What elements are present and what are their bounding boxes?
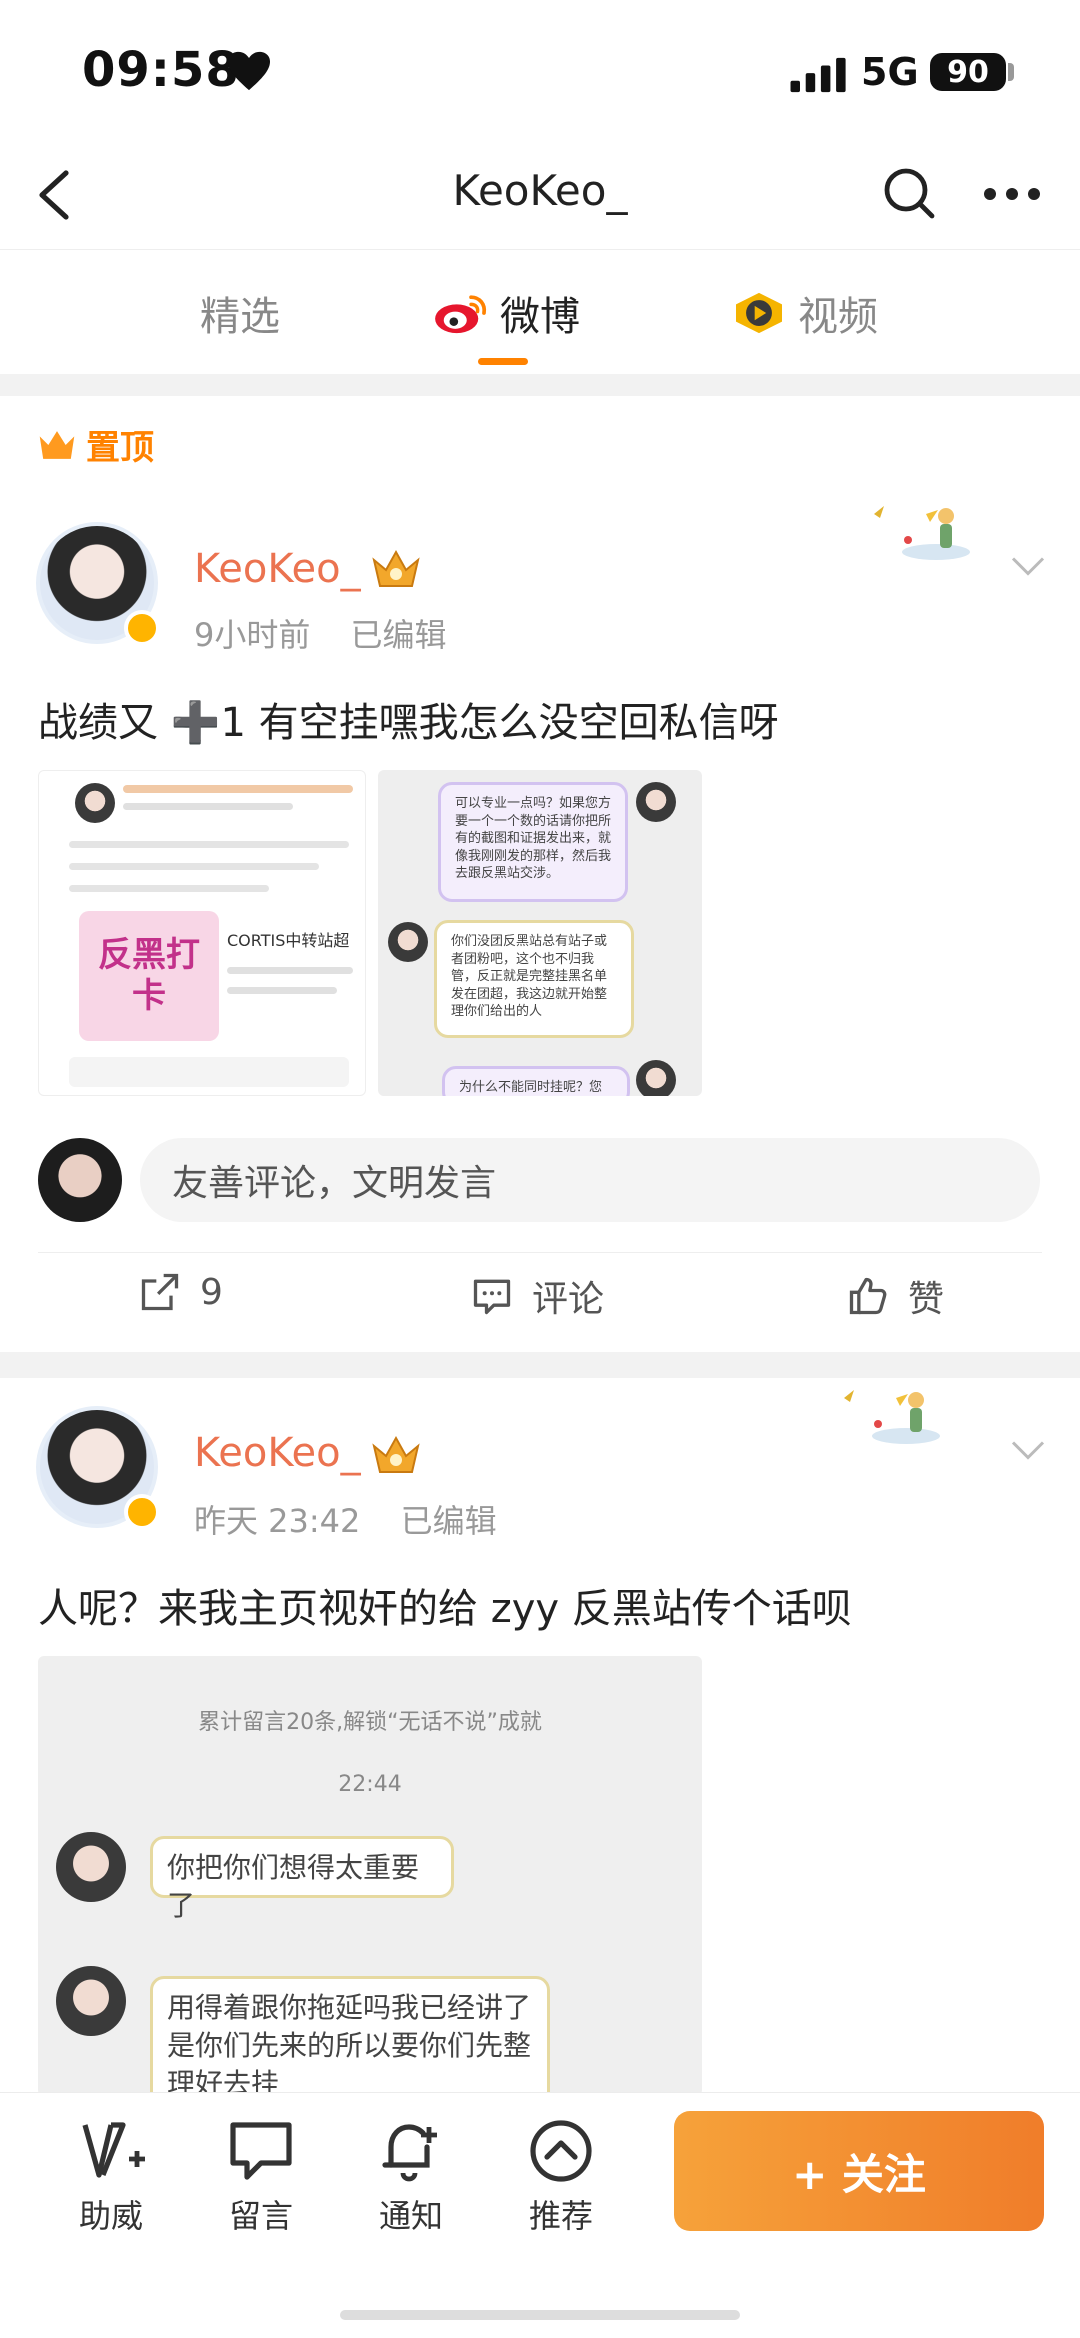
bottom-label: 留言 — [228, 2197, 293, 2235]
text-line — [69, 885, 269, 892]
message-icon — [230, 2122, 292, 2180]
chat-bubble: 用得着跟你拖延吗我已经讲了是你们先来的所以要你们先整理好去挂 — [150, 1976, 550, 2096]
network-type: 5G — [861, 50, 919, 94]
text-line — [123, 803, 293, 810]
avatar[interactable] — [36, 522, 160, 646]
post-edited: 已编辑 — [350, 616, 447, 654]
post-meta: 昨天 23:42 已编辑 — [194, 1496, 527, 1542]
vip-crown-icon — [372, 1435, 420, 1473]
post-meta: 9小时前 已编辑 — [194, 610, 477, 656]
post-edited: 已编辑 — [400, 1502, 497, 1540]
text-line — [69, 841, 349, 848]
like-button[interactable]: 赞 — [846, 1270, 944, 1322]
search-icon[interactable] — [878, 164, 938, 224]
pinned-marker: 置顶 — [36, 420, 154, 469]
comment-button[interactable]: 评论 — [470, 1270, 604, 1322]
topic-bar — [69, 1057, 349, 1087]
vip-crown-icon — [372, 549, 420, 587]
more-icon[interactable] — [980, 164, 1044, 224]
mini-avatar — [75, 783, 115, 823]
bottom-label: 助威 — [78, 2197, 143, 2235]
like-label: 赞 — [908, 1279, 945, 1320]
card-caption: CORTIS中转站超 — [227, 931, 350, 950]
recommend-icon — [530, 2120, 592, 2182]
mini-avatar — [636, 782, 676, 822]
crown-icon — [39, 430, 75, 459]
battery-level: 90 — [947, 54, 989, 90]
post-text: 人呢？来我主页视奸的给 zyy 反黑站传个话呗 — [38, 1586, 852, 1632]
comment-input[interactable]: 友善评论，文明发言 — [140, 1138, 1040, 1222]
section-separator — [0, 374, 1080, 396]
repost-button[interactable]: 9 — [138, 1270, 223, 1314]
tab-active-indicator — [478, 358, 528, 365]
status-time: 09:58 — [82, 42, 240, 98]
post-author[interactable]: KeoKeo_ — [194, 546, 361, 592]
comment-icon — [473, 1279, 511, 1315]
little-prince-decoration-icon — [874, 506, 970, 560]
post-image[interactable]: 累计留言20条,解锁“无话不说”成就 22:44 你把你们想得太重要了 用得着跟… — [38, 1656, 702, 2096]
chevron-down-icon[interactable] — [1010, 554, 1046, 578]
follow-button[interactable]: + 关注 — [674, 2111, 1044, 2231]
nav-bar: KeoKeo_ — [0, 140, 1080, 250]
tab-label: 视频 — [798, 294, 878, 340]
tab-label: 精选 — [200, 294, 280, 340]
chevron-down-icon[interactable] — [1010, 1438, 1046, 1462]
verified-badge — [124, 1494, 160, 1530]
pinned-label: 置顶 — [86, 428, 154, 468]
message-button[interactable]: 留言 — [206, 2115, 316, 2237]
post-author[interactable]: KeoKeo_ — [194, 1430, 361, 1476]
tab-label: 微博 — [500, 294, 580, 340]
home-indicator — [340, 2310, 740, 2320]
repost-count: 9 — [200, 1271, 223, 1313]
text-line — [227, 987, 337, 994]
bottom-label: 通知 — [378, 2197, 443, 2235]
video-icon — [736, 292, 782, 334]
notify-button[interactable]: 通知 — [356, 2115, 466, 2237]
post-image[interactable]: 可以专业一点吗？如果您方要一个一个数的话请你把所有的截图和证据发出来，就像我刚刚… — [378, 770, 702, 1096]
little-prince-decoration-icon — [844, 1390, 940, 1444]
post-text: 战绩又 ➕1 有空挂嘿我怎么没空回私信呀 — [38, 700, 779, 746]
thumbs-up-icon — [849, 1277, 887, 1315]
avatar[interactable] — [36, 1406, 160, 1530]
my-avatar — [38, 1138, 122, 1222]
battery-tip — [1008, 63, 1014, 81]
battery-icon: 90 — [930, 53, 1006, 91]
cheer-icon — [82, 2122, 145, 2178]
chat-counter: 累计留言20条,解锁“无话不说”成就 — [198, 1710, 542, 1735]
chat-bubble: 你把你们想得太重要了 — [150, 1836, 454, 1922]
signal-icon — [790, 57, 846, 93]
text-line — [69, 863, 319, 870]
mini-avatar — [56, 1832, 126, 1902]
divider — [38, 1252, 1042, 1253]
section-separator — [0, 1352, 1080, 1378]
post-time: 昨天 23:42 — [194, 1502, 361, 1540]
post-image[interactable]: 反黑打卡 CORTIS中转站超 — [38, 770, 366, 1096]
chat-time: 22:44 — [338, 1772, 402, 1797]
mini-avatar — [388, 922, 428, 962]
anti-black-card: 反黑打卡 — [79, 911, 219, 1041]
chat-bubble: 为什么不能同时挂呢？您方 — [442, 1066, 630, 1096]
text-line — [227, 967, 353, 974]
tab-weibo[interactable]: 微博 — [432, 284, 580, 342]
weibo-icon — [435, 295, 487, 334]
bottom-label: 推荐 — [528, 2197, 593, 2235]
status-bar: 09:58 5G 90 — [0, 0, 1080, 140]
verified-badge — [124, 610, 160, 646]
tab-video[interactable]: 视频 — [730, 284, 878, 342]
post-time: 9小时前 — [194, 616, 311, 654]
bell-plus-icon — [382, 2124, 437, 2182]
mini-avatar — [56, 1966, 126, 2036]
profile-tabs: 精选 微博 视频 — [0, 252, 1080, 372]
chat-bubble: 可以专业一点吗？如果您方要一个一个数的话请你把所有的截图和证据发出来，就像我刚刚… — [438, 782, 628, 902]
mini-avatar — [636, 1060, 676, 1096]
bottom-bar: 助威 留言 通知 推荐 + 关注 — [0, 2092, 1080, 2338]
text-line — [123, 785, 353, 793]
recommend-button[interactable]: 推荐 — [506, 2115, 616, 2237]
chat-bubble: 你们没团反黑站总有站子或者团粉吧，这个也不归我管，反正就是完整挂黑名单发在团超，… — [434, 920, 634, 1038]
repost-icon — [141, 1273, 179, 1311]
cheer-button[interactable]: 助威 — [56, 2115, 166, 2237]
tab-featured[interactable]: 精选 — [200, 284, 280, 342]
heart-icon — [228, 51, 270, 91]
comment-label: 评论 — [532, 1279, 605, 1320]
